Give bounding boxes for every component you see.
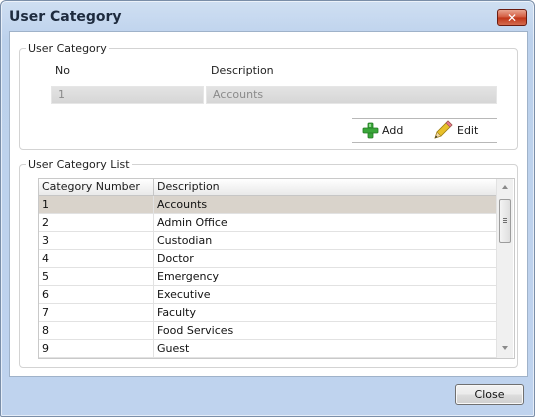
cell-divider	[153, 232, 154, 250]
plus-icon	[362, 122, 379, 138]
window-title: User Category	[9, 9, 122, 25]
cell-description: Doctor	[157, 252, 194, 265]
add-button-label: Add	[382, 123, 404, 137]
cell-description: Food Services	[157, 324, 234, 337]
vertical-scrollbar[interactable]	[496, 179, 513, 358]
cell-category-number: 7	[42, 306, 49, 319]
cell-divider	[153, 304, 154, 322]
grip-line	[503, 218, 507, 219]
toolbar-bottom-divider	[352, 142, 497, 143]
column-divider	[153, 179, 154, 195]
cell-divider	[153, 250, 154, 268]
cell-description: Admin Office	[157, 216, 228, 229]
cell-category-number: 2	[42, 216, 49, 229]
cell-divider	[153, 196, 154, 214]
table-row[interactable]: 8 Food Services	[39, 322, 496, 340]
table-row[interactable]: 1 Accounts	[39, 196, 496, 214]
table-row[interactable]: 3 Custodian	[39, 232, 496, 250]
cell-category-number: 3	[42, 234, 49, 247]
edit-button[interactable]: Edit	[432, 119, 478, 141]
cell-divider	[153, 322, 154, 340]
cell-description: Emergency	[157, 270, 220, 283]
cell-divider	[153, 340, 154, 358]
no-label: No	[55, 64, 70, 77]
table-row[interactable]: 2 Admin Office	[39, 214, 496, 232]
window-close-button[interactable]: ✕	[497, 9, 527, 26]
column-header-description[interactable]: Description	[157, 180, 220, 193]
table-row[interactable]: 4 Doctor	[39, 250, 496, 268]
table-row[interactable]: 6 Executive	[39, 286, 496, 304]
cell-description: Custodian	[157, 234, 213, 247]
scroll-up-arrow-icon[interactable]	[502, 185, 508, 189]
cell-divider	[153, 268, 154, 286]
table-row[interactable]: 7 Faculty	[39, 304, 496, 322]
cell-divider	[153, 214, 154, 232]
cell-category-number: 6	[42, 288, 49, 301]
title-bar[interactable]: User Category ✕	[1, 1, 534, 31]
user-category-legend: User Category	[28, 42, 107, 55]
cell-category-number: 8	[42, 324, 49, 337]
category-grid[interactable]: Category Number Description 1 Accounts 2…	[38, 178, 515, 359]
cell-category-number: 1	[42, 198, 49, 211]
user-category-list-legend: User Category List	[28, 158, 130, 171]
scroll-down-arrow-icon[interactable]	[502, 346, 508, 350]
cell-description: Faculty	[157, 306, 196, 319]
cell-category-number: 4	[42, 252, 49, 265]
close-button[interactable]: Close	[455, 384, 524, 405]
pencil-icon	[434, 120, 453, 139]
cell-description: Accounts	[157, 198, 208, 211]
table-row[interactable]: 9 Guest	[39, 340, 496, 358]
description-label: Description	[211, 64, 274, 77]
cell-description: Executive	[157, 288, 211, 301]
column-header-category-number[interactable]: Category Number	[42, 180, 140, 193]
grid-header: Category Number Description	[39, 179, 496, 196]
table-row[interactable]: 5 Emergency	[39, 268, 496, 286]
close-icon: ✕	[506, 11, 518, 25]
scroll-thumb[interactable]	[499, 199, 511, 243]
grip-line	[503, 222, 507, 223]
cell-description: Guest	[157, 342, 190, 355]
cell-category-number: 9	[42, 342, 49, 355]
cell-divider	[153, 286, 154, 304]
edit-button-label: Edit	[457, 123, 479, 137]
cell-category-number: 5	[42, 270, 49, 283]
description-field[interactable]: Accounts	[206, 86, 497, 104]
no-field[interactable]: 1	[51, 86, 204, 104]
grip-line	[503, 220, 507, 221]
add-button[interactable]: Add	[362, 119, 403, 141]
